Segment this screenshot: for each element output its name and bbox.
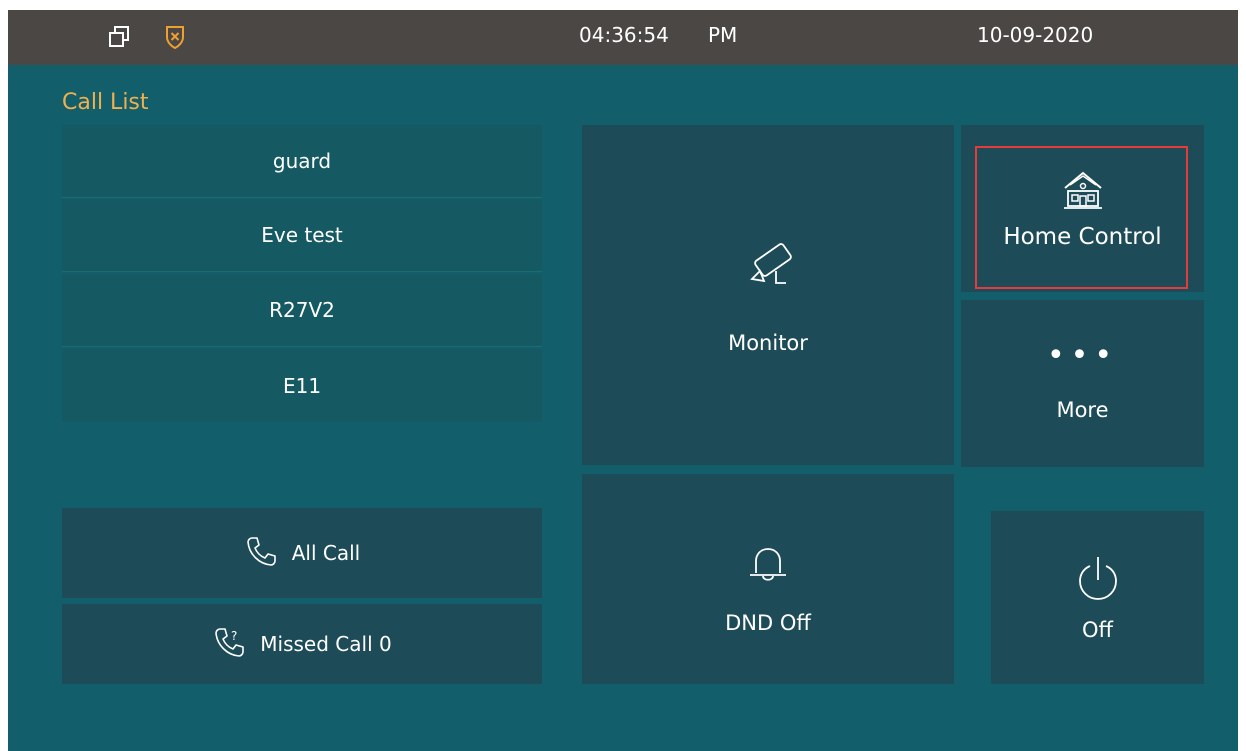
bell-icon — [746, 543, 790, 591]
clock-ampm: PM — [708, 23, 738, 47]
shield-icon — [162, 24, 188, 50]
all-call-button[interactable]: All Call — [62, 508, 542, 598]
missed-call-icon: ? — [212, 625, 246, 664]
status-bar: 04:36:54 PM 10-09-2020 — [8, 10, 1238, 65]
more-dots-icon: ••• — [1046, 337, 1119, 373]
power-label: Off — [1082, 617, 1113, 642]
home-icon — [1061, 168, 1105, 216]
call-list-title: Call List — [62, 90, 149, 115]
more-button[interactable]: ••• More — [961, 300, 1204, 467]
clock-time: 04:36:54 — [579, 23, 669, 47]
camera-icon — [736, 235, 800, 303]
home-control-label: Home Control — [1003, 223, 1162, 250]
dnd-button[interactable]: DND Off — [582, 474, 954, 684]
monitor-button[interactable]: Monitor — [582, 125, 954, 465]
power-button[interactable]: Off — [991, 511, 1204, 684]
contact-item-eve-test[interactable]: Eve test — [62, 199, 542, 272]
contact-label: R27V2 — [269, 298, 335, 322]
contact-label: guard — [272, 149, 332, 173]
home-control-button[interactable]: Home Control — [961, 125, 1204, 292]
contact-item-e11[interactable]: E11 — [62, 349, 542, 422]
contact-label: Eve test — [261, 223, 343, 247]
svg-text:?: ? — [231, 629, 237, 643]
dnd-label: DND Off — [725, 611, 811, 635]
date: 10-09-2020 — [977, 23, 1094, 47]
screen: 04:36:54 PM 10-09-2020 Call List guard E… — [8, 10, 1238, 751]
phone-icon — [244, 534, 278, 573]
missed-call-button[interactable]: ? Missed Call 0 — [62, 604, 542, 684]
monitor-label: Monitor — [728, 331, 808, 355]
window-restore-icon — [106, 24, 132, 50]
missed-call-label: Missed Call 0 — [260, 632, 392, 656]
contact-label: E11 — [282, 373, 322, 398]
more-label: More — [1056, 397, 1109, 422]
contact-item-guard[interactable]: guard — [62, 125, 542, 198]
power-icon — [1076, 554, 1120, 606]
all-call-label: All Call — [291, 541, 361, 565]
contact-item-r27v2[interactable]: R27V2 — [62, 274, 542, 347]
